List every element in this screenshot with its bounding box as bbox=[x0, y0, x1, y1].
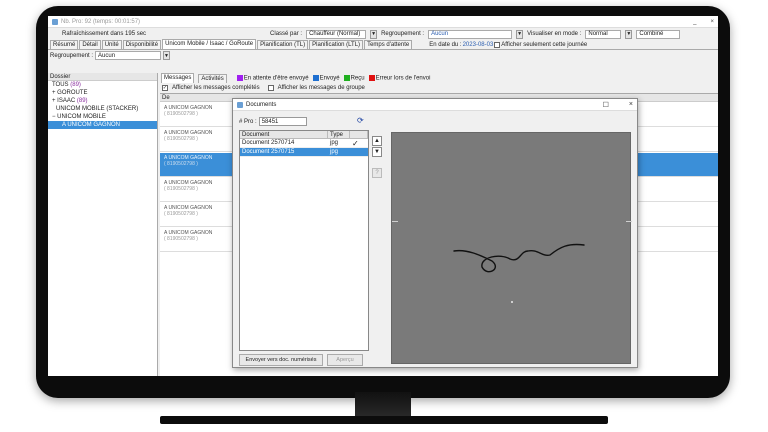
tree-item-unicom-gagnon[interactable]: A UNICOM GAGNON bbox=[48, 121, 157, 129]
reorder-buttons: ▲ ▼ bbox=[372, 136, 382, 157]
tab-messages[interactable]: Messages bbox=[161, 73, 195, 83]
sub-tabs: Messages Activités En attente d'être env… bbox=[160, 73, 718, 83]
app-window: Nb. Pro: 92 (temps: 00:01:57) _ × Rafraî… bbox=[48, 16, 718, 376]
chevron-down-icon[interactable]: ▼ bbox=[625, 29, 633, 39]
grouping-row: Regroupement : Aucun ▼ bbox=[48, 50, 718, 61]
col-document: Document bbox=[240, 131, 328, 138]
tree-item-unicom-mobile[interactable]: − UNICOM MOBILE bbox=[48, 113, 157, 121]
pro-row: # Pro : 58451 bbox=[239, 117, 307, 126]
maximize-button[interactable]: ☐ bbox=[603, 101, 609, 109]
send-to-scanned-button[interactable]: Envoyer vers doc. numérisés bbox=[239, 354, 323, 366]
grouping-select[interactable]: Aucun bbox=[95, 51, 162, 60]
refresh-countdown: Rafraîchissement dans 195 sec bbox=[62, 31, 147, 37]
table-row[interactable]: Document 2570715 jpg bbox=[240, 148, 368, 157]
tab-resume[interactable]: Résumé bbox=[50, 40, 79, 49]
col-type: Type bbox=[328, 131, 350, 138]
legend-pending: En attente d'être envoyé bbox=[236, 74, 309, 81]
pro-label: # Pro : bbox=[239, 118, 257, 125]
tab-unite[interactable]: Unité bbox=[101, 40, 122, 49]
move-up-button[interactable]: ▲ bbox=[372, 136, 382, 146]
table-header: Document Type bbox=[240, 131, 368, 139]
monitor-stand bbox=[355, 392, 411, 418]
tree-item-tous[interactable]: TOUS (89) bbox=[48, 81, 157, 89]
completed-label: Afficher les messages complétés bbox=[172, 84, 260, 91]
tab-unicom-mobile[interactable]: Unicom Mobile / Isaac / GoRoute bbox=[162, 39, 257, 49]
minimize-button[interactable]: _ bbox=[693, 19, 696, 25]
tab-planification-ltl[interactable]: Planification (LTL) bbox=[309, 40, 364, 49]
tab-planification-tl[interactable]: Planification (TL) bbox=[257, 40, 309, 49]
documents-dialog: Documents ☐ × # Pro : 58451 ⟳ Document T… bbox=[232, 98, 638, 368]
view-select[interactable]: Normal bbox=[585, 29, 622, 39]
window-titlebar: Nb. Pro: 92 (temps: 00:01:57) _ × bbox=[48, 16, 718, 28]
refresh-icon[interactable]: ⟳ bbox=[357, 116, 367, 126]
documents-table: Document Type Document 2570714 jpg ✓ Doc… bbox=[239, 130, 369, 351]
folder-tree-header: Dossier bbox=[48, 73, 157, 81]
group-select[interactable]: Aucun bbox=[428, 29, 513, 39]
legend-sent: Envoyé bbox=[312, 74, 340, 81]
chevron-down-icon[interactable]: ▼ bbox=[370, 29, 378, 39]
dialog-titlebar: Documents ☐ × bbox=[233, 99, 637, 111]
date-value[interactable]: 2023-08-03 bbox=[463, 42, 494, 48]
document-preview bbox=[391, 132, 632, 364]
sort-select[interactable]: Chauffeur (Normal) bbox=[306, 29, 367, 39]
app-icon bbox=[52, 18, 58, 25]
view-label: Visualiser en mode : bbox=[527, 31, 582, 37]
window-title: Nb. Pro: 92 (temps: 00:01:57) bbox=[61, 18, 141, 25]
main-tabs: Résumé Détail Unité Disponibilité Unicom… bbox=[48, 39, 718, 50]
tree-item-goroute[interactable]: + GOROUTE bbox=[48, 89, 157, 97]
monitor-base bbox=[160, 416, 608, 424]
today-only-checkbox[interactable] bbox=[494, 41, 501, 48]
toolbar-row: Rafraîchissement dans 195 sec Classé par… bbox=[48, 28, 718, 40]
chevron-down-icon[interactable]: ▼ bbox=[516, 29, 524, 39]
tab-detail[interactable]: Détail bbox=[79, 40, 101, 49]
completed-checkbox[interactable]: ✓ bbox=[162, 84, 168, 91]
help-button[interactable]: ? bbox=[372, 168, 382, 178]
filter-checks: ✓ Afficher les messages complétés Affich… bbox=[160, 83, 718, 92]
signature-image bbox=[392, 221, 632, 303]
dialog-title: Documents bbox=[246, 101, 277, 108]
tab-disponibilite[interactable]: Disponibilité bbox=[122, 40, 162, 49]
group-label: Afficher les messages de groupe bbox=[277, 84, 365, 91]
preview-button[interactable]: Aperçu bbox=[327, 354, 363, 366]
grouping-label: Regroupement : bbox=[50, 52, 94, 59]
folder-tree: Dossier TOUS (89) + GOROUTE + ISAAC (89)… bbox=[48, 73, 158, 376]
chevron-down-icon[interactable]: ▼ bbox=[163, 51, 171, 60]
check-icon: ✓ bbox=[352, 139, 359, 147]
group-label: Regroupement : bbox=[381, 31, 425, 37]
date-label: En date du : bbox=[429, 41, 462, 48]
dialog-icon bbox=[237, 101, 243, 108]
close-button[interactable]: × bbox=[710, 19, 714, 25]
legend-received: Reçu bbox=[343, 74, 365, 81]
table-row[interactable]: Document 2570714 jpg ✓ bbox=[240, 139, 368, 148]
move-down-button[interactable]: ▼ bbox=[372, 147, 382, 157]
sort-label: Classé par : bbox=[270, 31, 303, 37]
group-checkbox[interactable] bbox=[267, 84, 274, 91]
tab-temps-attente[interactable]: Temps d'attente bbox=[364, 40, 413, 49]
tab-activites[interactable]: Activités bbox=[198, 74, 227, 83]
pro-input[interactable]: 58451 bbox=[258, 117, 307, 126]
tree-item-isaac[interactable]: + ISAAC (89) bbox=[48, 97, 157, 105]
dialog-close-button[interactable]: × bbox=[629, 101, 633, 109]
combine-select[interactable]: Combiné bbox=[636, 29, 681, 39]
tree-item-unicom-stacker[interactable]: UNICOM MOBILE (STACKER) bbox=[48, 105, 157, 113]
legend-error: Erreur lors de l'envoi bbox=[368, 74, 430, 81]
col-mark bbox=[350, 131, 368, 138]
today-only-label: Afficher seulement cette journée bbox=[501, 41, 588, 48]
